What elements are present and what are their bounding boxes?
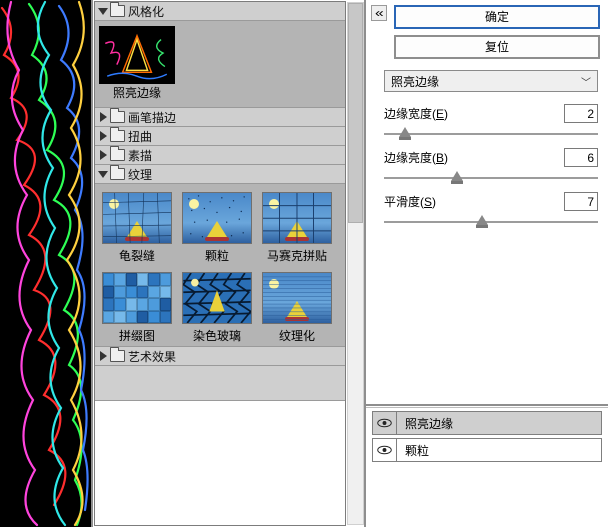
filter-thumb-label: 纹理化 [279, 327, 315, 344]
category-header-distort[interactable]: 扭曲 [95, 127, 345, 146]
category-label: 纹理 [128, 166, 152, 183]
effect-layer-list: 照亮边缘 颗粒 [366, 407, 608, 527]
effect-layer-name: 照亮边缘 [397, 415, 453, 432]
category-header-artistic[interactable]: 艺术效果 [95, 347, 345, 366]
disclosure-down-icon [98, 7, 107, 16]
preview-panel [0, 0, 93, 527]
visibility-toggle[interactable] [373, 412, 397, 434]
filter-thumb-label: 龟裂缝 [119, 247, 155, 264]
filter-thumb-grain[interactable]: 颗粒 [181, 192, 253, 264]
reset-button-label: 复位 [485, 40, 509, 54]
param-edge-width-input[interactable] [564, 104, 598, 123]
filter-thumb-label: 马赛克拼贴 [267, 247, 327, 264]
visibility-toggle[interactable] [373, 439, 397, 461]
param-edge-width-slider[interactable] [384, 127, 598, 143]
reset-button[interactable]: 复位 [394, 35, 600, 59]
disclosure-right-icon [98, 132, 107, 141]
folder-icon [110, 350, 125, 362]
param-label: 边缘亮度(B) [384, 149, 448, 166]
category-label: 艺术效果 [128, 348, 176, 365]
filter-thumb-label: 拼缀图 [119, 327, 155, 344]
filter-select[interactable]: 照亮边缘 ﹀ [384, 70, 598, 92]
param-edge-brightness: 边缘亮度(B) [384, 148, 598, 187]
category-header-brush[interactable]: 画笔描边 [95, 108, 345, 127]
filter-thumb-label: 染色玻璃 [193, 327, 241, 344]
filter-thumb-label: 颗粒 [205, 247, 229, 264]
gallery-filler [95, 366, 345, 401]
param-edge-brightness-slider[interactable] [384, 171, 598, 187]
ok-button[interactable]: 确定 [394, 5, 600, 29]
folder-icon [110, 111, 125, 123]
chevron-down-icon: ﹀ [581, 74, 591, 89]
folder-icon [110, 168, 125, 180]
category-header-texture[interactable]: 纹理 [95, 165, 345, 184]
controls-panel: « 确定 复位 照亮边缘 ﹀ 边缘宽度(E) 边缘亮度(B) 平滑度(S) [366, 0, 608, 527]
eye-icon [377, 418, 392, 428]
category-body-stylize: 照亮边缘 [95, 21, 345, 108]
filter-thumb-stained-glass[interactable]: 染色玻璃 [181, 272, 253, 344]
filter-thumb-patchwork[interactable]: 拼缀图 [101, 272, 173, 344]
filter-gallery-panel: 风格化 照亮边缘 [93, 0, 366, 527]
slider-knob-icon[interactable] [451, 171, 463, 181]
collapse-icon: « [375, 6, 384, 20]
category-label: 风格化 [128, 3, 164, 20]
category-label: 画笔描边 [128, 109, 176, 126]
folder-icon [110, 5, 125, 17]
param-smoothness-slider[interactable] [384, 215, 598, 231]
ok-button-label: 确定 [485, 10, 509, 24]
param-smoothness: 平滑度(S) [384, 192, 598, 231]
disclosure-right-icon [98, 151, 107, 160]
gallery-scrollbar[interactable] [347, 2, 364, 525]
param-edge-brightness-input[interactable] [564, 148, 598, 167]
filter-thumb-craquelure[interactable]: 龟裂缝 [101, 192, 173, 264]
category-label: 扭曲 [128, 128, 152, 145]
category-header-stylize[interactable]: 风格化 [95, 2, 345, 21]
filter-select-value: 照亮边缘 [391, 73, 439, 90]
folder-icon [110, 149, 125, 161]
disclosure-right-icon [98, 113, 107, 122]
param-label: 平滑度(S) [384, 193, 436, 210]
effect-layer-row[interactable]: 照亮边缘 [372, 411, 602, 435]
effect-layer-row[interactable]: 颗粒 [372, 438, 602, 462]
param-smoothness-input[interactable] [564, 192, 598, 211]
category-body-texture: 龟裂缝 颗粒 马赛克拼贴 [95, 184, 345, 347]
category-label: 素描 [128, 147, 152, 164]
category-header-sketch[interactable]: 素描 [95, 146, 345, 165]
filter-thumb-mosaic-tiles[interactable]: 马赛克拼贴 [261, 192, 333, 264]
slider-knob-icon[interactable] [399, 127, 411, 137]
filter-thumb-glowing-edges[interactable]: 照亮边缘 [101, 29, 173, 101]
disclosure-down-icon [98, 170, 107, 179]
folder-icon [110, 130, 125, 142]
param-edge-width: 边缘宽度(E) [384, 104, 598, 143]
param-label: 边缘宽度(E) [384, 105, 448, 122]
disclosure-right-icon [98, 352, 107, 361]
effect-layer-name: 颗粒 [397, 442, 429, 459]
eye-icon [377, 445, 392, 455]
filter-thumb-texturizer[interactable]: 纹理化 [261, 272, 333, 344]
slider-knob-icon[interactable] [476, 215, 488, 225]
filter-thumb-label: 照亮边缘 [113, 84, 161, 101]
collapse-button[interactable]: « [371, 5, 387, 21]
scrollbar-thumb[interactable] [348, 3, 363, 223]
